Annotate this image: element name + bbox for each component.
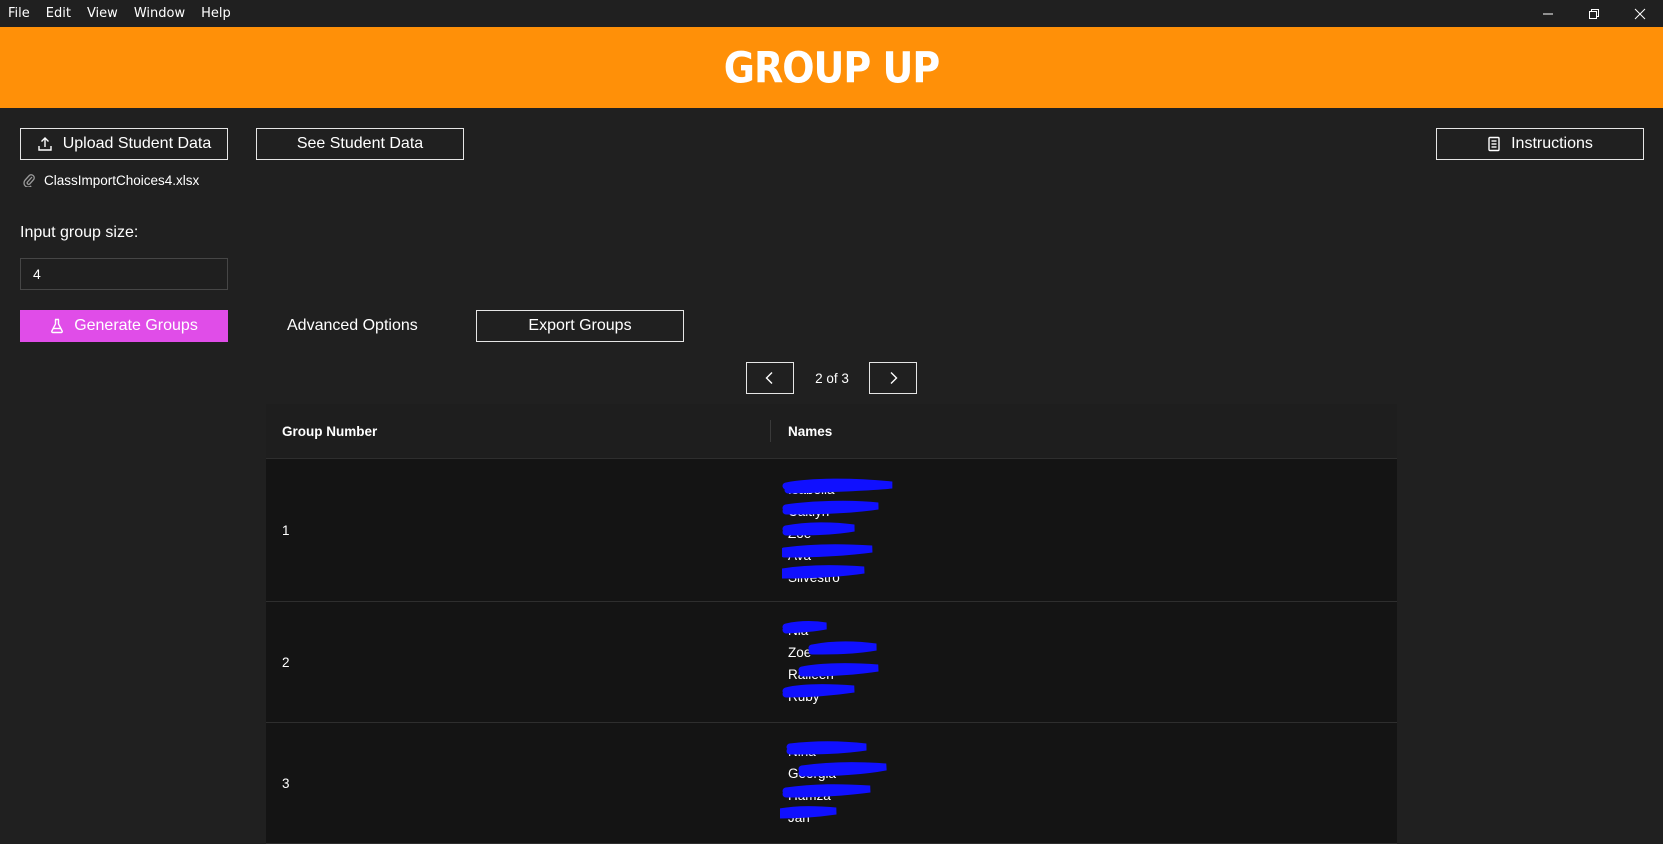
see-student-data-button[interactable]: See Student Data (256, 128, 464, 160)
student-name: Isabella (788, 482, 835, 497)
column-header-names[interactable]: Names (788, 404, 832, 459)
column-divider (770, 420, 771, 442)
next-page-button[interactable] (869, 362, 917, 394)
upload-label: Upload Student Data (62, 135, 212, 152)
names-cell: Nia Zoe Raileen Ruby (788, 620, 834, 708)
uploaded-file: ClassImportChoices4.xlsx (23, 170, 199, 190)
menu-edit[interactable]: Edit (38, 0, 79, 27)
document-icon (1488, 136, 1500, 152)
group-number-cell: 2 (282, 654, 290, 670)
student-name: Ava (788, 548, 812, 563)
chevron-right-icon (890, 372, 898, 384)
column-header-group-number[interactable]: Group Number (282, 404, 377, 459)
restore-icon (1589, 8, 1599, 19)
app-title: GROUP UP (723, 42, 940, 93)
see-label: See Student Data (296, 135, 424, 152)
student-name: Zoe (788, 526, 812, 541)
export-groups-button[interactable]: Export Groups (476, 310, 684, 342)
group-number-cell: 1 (282, 522, 290, 538)
flask-icon (51, 318, 64, 334)
file-name: ClassImportChoices4.xlsx (44, 172, 200, 188)
student-name: Jan (788, 810, 810, 825)
close-icon (1634, 8, 1646, 19)
menu-bar: File Edit View Window Help (0, 0, 1663, 27)
group-size-label: Input group size: (20, 224, 139, 241)
app-header: GROUP UP (0, 27, 1663, 108)
previous-page-button[interactable] (746, 362, 794, 394)
student-name: Caitlyn (788, 504, 830, 519)
restore-button[interactable] (1571, 0, 1617, 27)
advanced-options-link[interactable]: Advanced Options (287, 310, 418, 342)
student-name: Nia (788, 623, 809, 638)
chevron-left-icon (765, 372, 773, 384)
close-button[interactable] (1617, 0, 1663, 27)
minimize-icon (1543, 13, 1553, 14)
student-name: Ruby (788, 689, 820, 704)
paperclip-icon (23, 174, 35, 187)
table-row[interactable]: 2 Nia Zoe Raileen Ruby (266, 602, 1397, 723)
table-header: Group Number Names (266, 404, 1397, 459)
instructions-button[interactable]: Instructions (1436, 128, 1644, 160)
menu-window[interactable]: Window (126, 0, 193, 27)
student-name: Hamza (788, 788, 831, 803)
group-size-input[interactable] (20, 258, 228, 290)
window-controls (1525, 0, 1663, 27)
student-name: Nina (788, 744, 816, 759)
upload-student-data-button[interactable]: Upload Student Data (20, 128, 228, 160)
table-row[interactable]: 3 Nina Georgia Hamza Jan (266, 723, 1397, 844)
names-cell: Isabella Caitlyn Zoe Ava Silvestro (788, 479, 840, 589)
minimize-button[interactable] (1525, 0, 1571, 27)
groups-table: Group Number Names 1 Isabella Caitlyn Zo… (266, 404, 1397, 844)
group-number-cell: 3 (282, 775, 290, 791)
names-cell: Nina Georgia Hamza Jan (788, 741, 836, 829)
menu-file[interactable]: File (0, 0, 38, 27)
student-name: Raileen (788, 667, 834, 682)
student-name: Zoe (788, 645, 812, 660)
generate-groups-button[interactable]: Generate Groups (20, 310, 228, 342)
student-name: Silvestro (788, 570, 840, 585)
page-indicator: 2 of 3 (815, 370, 849, 386)
upload-icon (38, 137, 52, 151)
instructions-label: Instructions (1511, 135, 1593, 152)
student-name: Georgia (788, 766, 837, 781)
generate-label: Generate Groups (74, 317, 198, 334)
menu-help[interactable]: Help (193, 0, 239, 27)
export-label: Export Groups (528, 317, 632, 334)
menu-view[interactable]: View (79, 0, 126, 27)
table-row[interactable]: 1 Isabella Caitlyn Zoe Ava Silvestro (266, 459, 1397, 602)
